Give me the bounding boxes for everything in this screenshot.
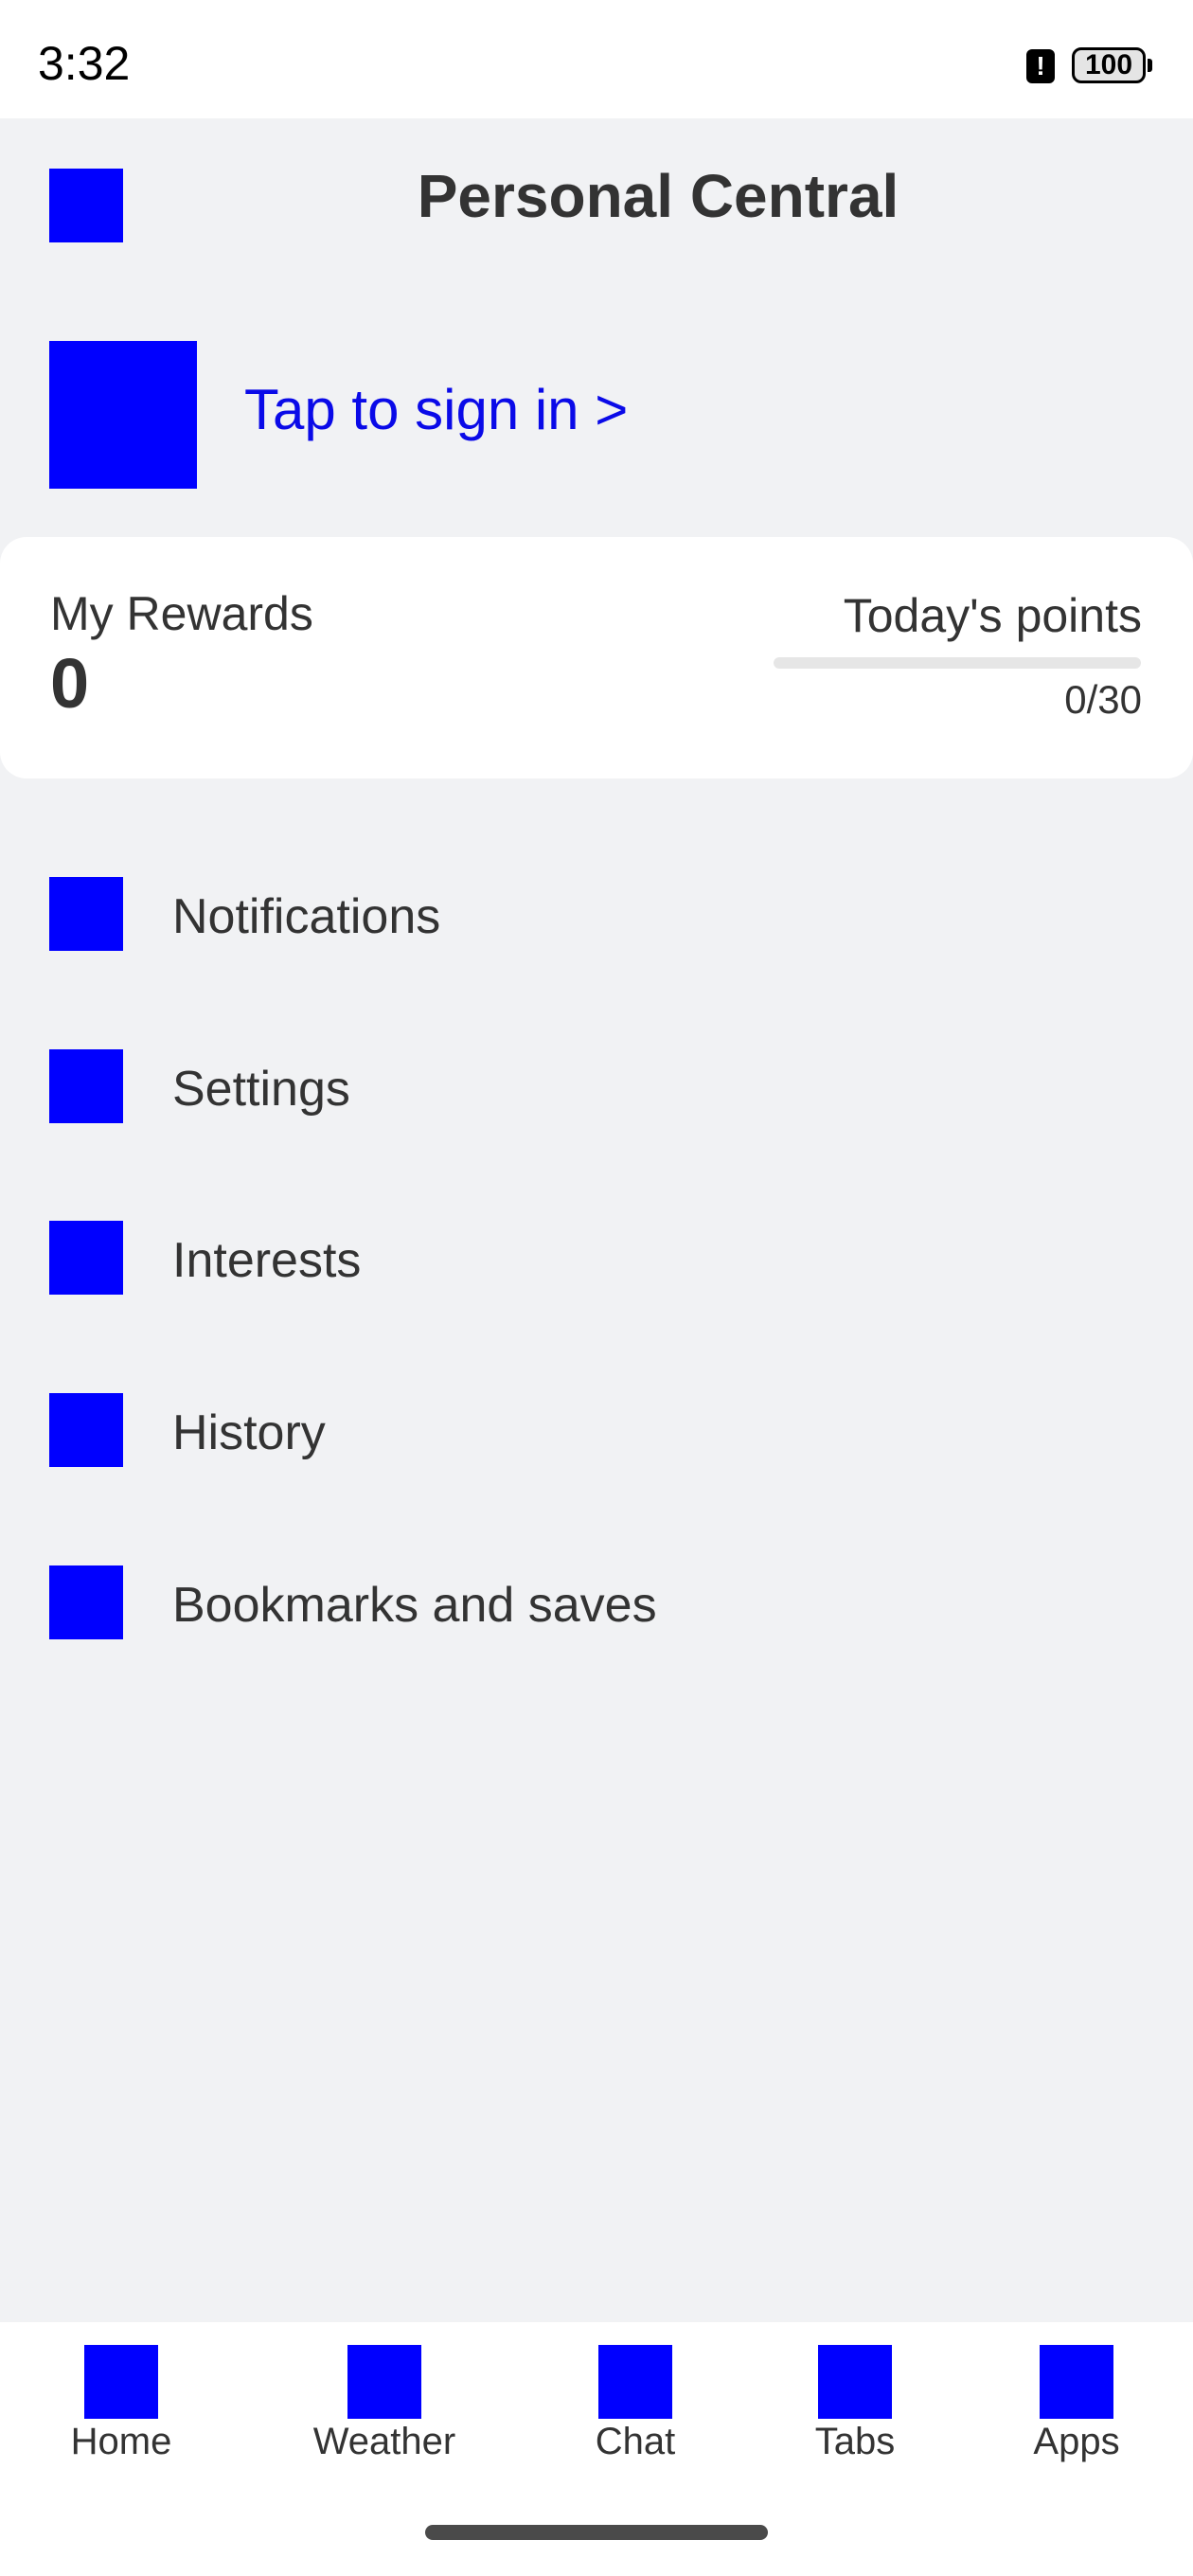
status-time: 3:32 <box>38 37 131 90</box>
nav-label: Apps <box>1033 2421 1120 2462</box>
menu-item-bookmarks[interactable]: Bookmarks and saves <box>0 1531 1193 1673</box>
page-title: Personal Central <box>417 162 899 230</box>
nav-weather[interactable]: Weather <box>290 2322 479 2493</box>
rewards-value: 0 <box>50 644 90 723</box>
rewards-card[interactable]: My Rewards 0 Today's points 0/30 <box>0 537 1193 778</box>
nav-label: Home <box>70 2421 172 2462</box>
nav-chat[interactable]: Chat <box>541 2322 730 2493</box>
home-indicator[interactable] <box>425 2525 768 2540</box>
menu-item-label: Bookmarks and saves <box>172 1578 657 1633</box>
menu-item-interests[interactable]: Interests <box>0 1187 1193 1329</box>
battery-tip <box>1148 59 1152 72</box>
status-bar: 3:32 ! 100 <box>0 0 1193 118</box>
todays-points-label: Today's points <box>843 589 1142 642</box>
menu-item-notifications[interactable]: Notifications <box>0 843 1193 985</box>
nav-label: Chat <box>595 2421 676 2462</box>
sign-in-link[interactable]: Tap to sign in > <box>244 377 628 442</box>
menu-item-settings[interactable]: Settings <box>0 1015 1193 1157</box>
settings-icon <box>49 1049 123 1123</box>
notifications-icon <box>49 877 123 951</box>
history-icon <box>49 1393 123 1467</box>
nav-apps[interactable]: Apps <box>982 2322 1171 2493</box>
alert-icon: ! <box>1026 49 1055 83</box>
points-progress-bar <box>774 657 1141 669</box>
points-count: 0/30 <box>1064 677 1142 722</box>
weather-icon <box>347 2345 421 2419</box>
home-icon <box>84 2345 158 2419</box>
menu-item-label: Interests <box>172 1233 362 1288</box>
apps-icon <box>1040 2345 1113 2419</box>
menu-item-label: Notifications <box>172 889 441 944</box>
bookmarks-icon <box>49 1565 123 1639</box>
tabs-icon <box>818 2345 892 2419</box>
screen: 3:32 ! 100 Personal Central Tap to sign … <box>0 0 1193 2576</box>
nav-label: Weather <box>312 2421 456 2462</box>
battery-icon: 100 <box>1072 47 1146 83</box>
nav-home[interactable]: Home <box>27 2322 216 2493</box>
rewards-label: My Rewards <box>50 587 313 640</box>
menu-item-label: History <box>172 1405 326 1460</box>
interests-icon <box>49 1221 123 1295</box>
avatar-icon[interactable] <box>49 341 197 489</box>
chat-icon <box>598 2345 672 2419</box>
menu-item-label: Settings <box>172 1062 350 1117</box>
menu-item-history[interactable]: History <box>0 1359 1193 1501</box>
nav-label: Tabs <box>814 2421 896 2462</box>
nav-tabs[interactable]: Tabs <box>760 2322 950 2493</box>
